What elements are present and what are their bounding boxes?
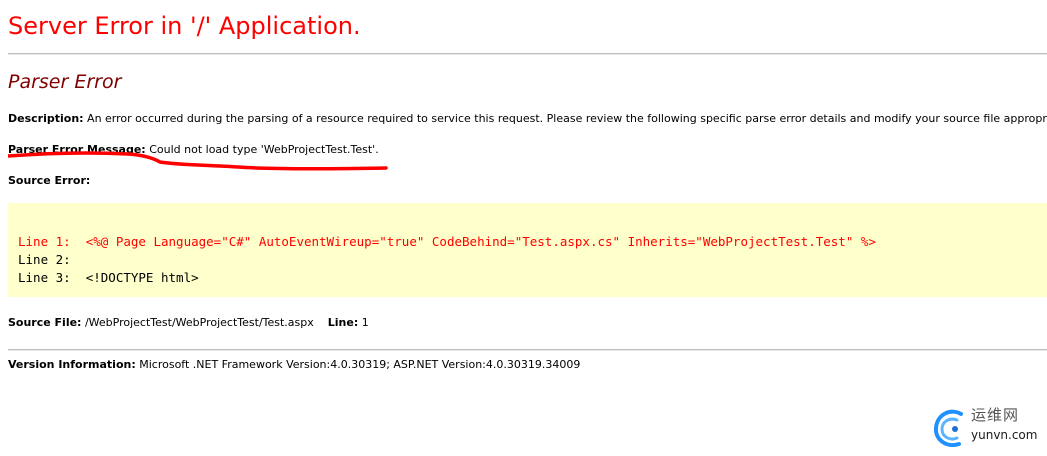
code-line-2: Line 2: <box>18 252 71 267</box>
description-text: An error occurred during the parsing of … <box>87 112 1047 125</box>
watermark-en-text: yunvn.com <box>971 428 1038 442</box>
source-error-label: Source Error: <box>8 174 91 187</box>
description-label: Description: <box>8 112 84 125</box>
description-row: Description: An error occurred during th… <box>8 112 1047 125</box>
line-number-value: 1 <box>361 316 369 329</box>
source-file-row: Source File: /WebProjectTest/WebProjectT… <box>8 316 369 329</box>
version-info-label: Version Information: <box>8 358 136 371</box>
source-file-path: /WebProjectTest/WebProjectTest/Test.aspx <box>84 316 314 329</box>
swirl-logo-icon <box>933 409 963 447</box>
site-watermark: 运维网 yunvn.com <box>931 404 1041 452</box>
line-number-label: Line: <box>327 316 359 329</box>
top-divider <box>8 53 1047 55</box>
bottom-divider <box>8 349 1047 351</box>
version-info-row: Version Information: Microsoft .NET Fram… <box>8 358 580 371</box>
version-info-text: Microsoft .NET Framework Version:4.0.303… <box>139 358 581 371</box>
page-title: Server Error in '/' Application. <box>8 12 361 40</box>
source-code-box: Line 1: <%@ Page Language="C#" AutoEvent… <box>8 203 1047 297</box>
code-line-1: Line 1: <%@ Page Language="C#" AutoEvent… <box>18 234 876 249</box>
watermark-cn-text: 运维网 <box>971 406 1020 424</box>
source-error-row: Source Error: <box>8 174 90 187</box>
source-code: Line 1: <%@ Page Language="C#" AutoEvent… <box>18 233 876 287</box>
code-line-3: Line 3: <!DOCTYPE html> <box>18 270 199 285</box>
error-type-heading: Parser Error <box>8 71 122 93</box>
source-file-label: Source File: <box>8 316 82 329</box>
